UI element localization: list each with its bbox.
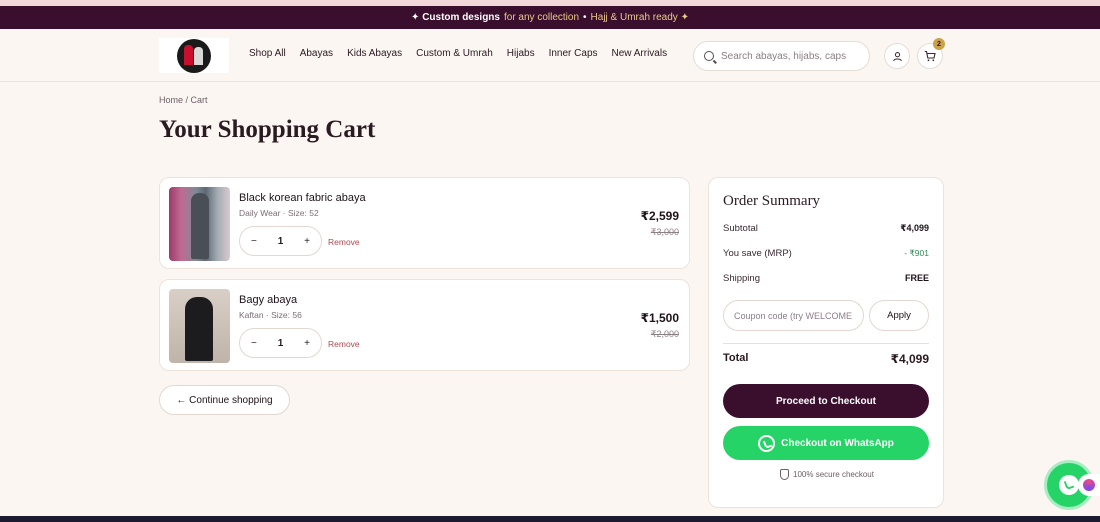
search-input[interactable]: Search abayas, hijabs, caps bbox=[693, 41, 870, 71]
item-price: ₹1,500 bbox=[640, 311, 679, 325]
order-summary: Order Summary Subtotal ₹4,099 You save (… bbox=[708, 177, 944, 508]
total-label: Total bbox=[723, 352, 749, 364]
announcement-highlight: ✦ Custom designs bbox=[411, 12, 500, 23]
subtotal-row: Subtotal ₹4,099 bbox=[723, 223, 929, 234]
item-mrp: ₹3,000 bbox=[650, 227, 679, 237]
nav-inner-caps[interactable]: Inner Caps bbox=[549, 48, 598, 59]
search-icon bbox=[704, 51, 714, 61]
shipping-row: Shipping FREE bbox=[723, 273, 929, 284]
product-meta: Kaftan · Size: 56 bbox=[239, 310, 302, 320]
product-name[interactable]: Black korean fabric abaya bbox=[239, 192, 366, 204]
product-image[interactable] bbox=[169, 289, 230, 363]
account-button[interactable] bbox=[884, 43, 910, 69]
whatsapp-checkout-button[interactable]: Checkout on WhatsApp bbox=[723, 426, 929, 460]
proceed-to-checkout-button[interactable]: Proceed to Checkout bbox=[723, 384, 929, 418]
quantity-stepper: − 1 + bbox=[239, 226, 322, 256]
remove-button[interactable]: Remove bbox=[328, 339, 360, 349]
qty-minus-button[interactable]: − bbox=[251, 338, 257, 349]
cart-button[interactable]: 2 bbox=[917, 38, 945, 69]
shipping-value: FREE bbox=[904, 273, 929, 283]
coupon-input[interactable]: Coupon code (try WELCOME bbox=[723, 300, 864, 331]
whatsapp-icon bbox=[1059, 475, 1079, 495]
secure-checkout-note: 100% secure checkout bbox=[709, 469, 945, 480]
summary-title: Order Summary bbox=[723, 193, 821, 209]
total-value: ₹4,099 bbox=[890, 352, 929, 366]
bottom-bar bbox=[0, 516, 1100, 522]
summary-divider bbox=[723, 343, 929, 344]
whatsapp-icon bbox=[758, 434, 776, 452]
shipping-label: Shipping bbox=[723, 273, 760, 284]
nav-hijabs[interactable]: Hijabs bbox=[507, 48, 535, 59]
qty-value: 1 bbox=[277, 337, 284, 349]
whatsapp-checkout-label: Checkout on WhatsApp bbox=[781, 437, 894, 449]
nav-shop-all[interactable]: Shop All bbox=[249, 48, 286, 59]
widget-icon bbox=[1083, 479, 1095, 491]
apply-coupon-button[interactable]: Apply bbox=[869, 300, 929, 331]
nav-custom-umrah[interactable]: Custom & Umrah bbox=[416, 48, 493, 59]
site-header: Shop All Abayas Kids Abayas Custom & Umr… bbox=[0, 29, 1100, 82]
logo-mark bbox=[177, 38, 211, 73]
total-row: Total ₹4,099 bbox=[723, 352, 929, 366]
cart-count-badge: 2 bbox=[933, 38, 945, 50]
announcement-text-1: for any collection bbox=[503, 12, 580, 23]
page-title: Your Shopping Cart bbox=[159, 116, 376, 143]
secure-checkout-label: 100% secure checkout bbox=[793, 470, 874, 479]
product-meta: Daily Wear · Size: 52 bbox=[239, 208, 319, 218]
announcement-separator: • bbox=[583, 12, 587, 23]
logo[interactable] bbox=[159, 38, 229, 73]
breadcrumb[interactable]: Home / Cart bbox=[159, 95, 208, 105]
nav-abayas[interactable]: Abayas bbox=[300, 48, 333, 59]
subtotal-value: ₹4,099 bbox=[900, 223, 929, 233]
product-image[interactable] bbox=[169, 187, 230, 261]
nav-new-arrivals[interactable]: New Arrivals bbox=[612, 48, 668, 59]
qty-value: 1 bbox=[277, 235, 284, 247]
shield-icon bbox=[780, 469, 790, 480]
remove-button[interactable]: Remove bbox=[328, 237, 360, 247]
announcement-bar: ✦ Custom designs for any collection • Ha… bbox=[0, 6, 1100, 29]
savings-value: - ₹901 bbox=[904, 248, 929, 258]
cart-item: Black korean fabric abaya Daily Wear · S… bbox=[159, 177, 690, 269]
item-price: ₹2,599 bbox=[640, 209, 679, 223]
cart-item: Bagy abaya Kaftan · Size: 56 − 1 + Remov… bbox=[159, 279, 690, 371]
main-nav: Shop All Abayas Kids Abayas Custom & Umr… bbox=[249, 48, 681, 59]
qty-minus-button[interactable]: − bbox=[251, 236, 257, 247]
item-mrp: ₹2,000 bbox=[650, 329, 679, 339]
user-icon bbox=[892, 51, 902, 61]
nav-kids-abayas[interactable]: Kids Abayas bbox=[347, 48, 402, 59]
savings-label: You save (MRP) bbox=[723, 248, 792, 259]
side-widget-tab[interactable] bbox=[1078, 474, 1100, 496]
qty-plus-button[interactable]: + bbox=[304, 236, 310, 247]
quantity-stepper: − 1 + bbox=[239, 328, 322, 358]
announcement-text-2: Hajj & Umrah ready ✦ bbox=[590, 12, 689, 23]
savings-row: You save (MRP) - ₹901 bbox=[723, 248, 929, 259]
subtotal-label: Subtotal bbox=[723, 223, 758, 234]
product-name[interactable]: Bagy abaya bbox=[239, 294, 297, 306]
cart-icon bbox=[924, 50, 936, 62]
qty-plus-button[interactable]: + bbox=[304, 338, 310, 349]
continue-shopping-button[interactable]: ← Continue shopping bbox=[159, 385, 290, 415]
search-placeholder: Search abayas, hijabs, caps bbox=[721, 50, 847, 62]
